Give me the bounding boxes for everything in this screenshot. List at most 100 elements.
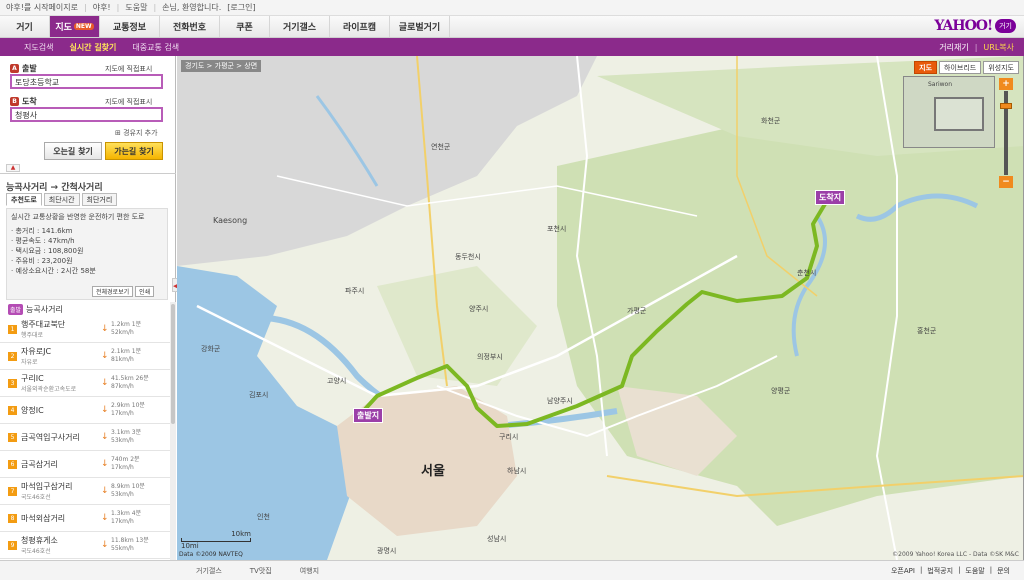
nav-tab-traffic[interactable]: 교통정보 bbox=[100, 16, 160, 37]
divider bbox=[0, 173, 176, 174]
step-road: 서울외곽순환고속도로 bbox=[21, 386, 77, 393]
start-label: A 출발 bbox=[10, 63, 37, 74]
route-step[interactable]: 7 마석입구삼거리 국도46호선 ↓ 8.9km 10분 53km/h bbox=[0, 478, 170, 505]
step-road: 행주대로 bbox=[21, 332, 44, 339]
yahoo-link[interactable]: 야후! bbox=[93, 2, 111, 13]
map-label: 구리시 bbox=[499, 433, 519, 441]
step-speed: 53km/h bbox=[111, 491, 134, 498]
subnav-map-search[interactable]: 지도검색 bbox=[24, 42, 53, 53]
step-road: 자유로 bbox=[21, 359, 38, 366]
subnav-realtime-route[interactable]: 실시간 길찾기 bbox=[69, 42, 116, 53]
minimap-viewport[interactable] bbox=[934, 97, 984, 131]
maptype-map-button[interactable]: 지도 bbox=[914, 61, 938, 74]
footer-link-contact[interactable]: 문의 bbox=[997, 566, 1010, 576]
tab-fastest[interactable]: 최단시간 bbox=[43, 193, 80, 206]
zoom-in-button[interactable]: + bbox=[999, 78, 1013, 90]
tab-shortest[interactable]: 최단거리 bbox=[81, 193, 118, 206]
route-step[interactable]: 6 금곡삼거리 ↓ 740m 2분 17km/h bbox=[0, 451, 170, 478]
steps-scrollbar[interactable] bbox=[170, 302, 176, 560]
tab-recommended[interactable]: 추천도로 bbox=[6, 193, 42, 206]
map-copyright-right: ©2009 Yahoo! Korea LLC - Data ©SK M&C bbox=[892, 551, 1019, 558]
end-marker[interactable]: 도착지 bbox=[815, 190, 846, 205]
return-route-button[interactable]: 오는길 찾기 bbox=[44, 142, 102, 160]
end-direct-link[interactable]: 지도에 직접표시 bbox=[105, 97, 152, 107]
start-direct-link[interactable]: 지도에 직접표시 bbox=[105, 64, 152, 74]
measure-distance-link[interactable]: 거리재기 bbox=[939, 42, 968, 53]
step-distance: 8.9km 10분 bbox=[111, 483, 145, 490]
yahoo-logo[interactable]: YAHOO! 거기 bbox=[934, 18, 1016, 34]
route-panel: A 출발 지도에 직접표시 토당초등학교 B 도착 지도에 직접표시 청평사 ⊞ 경… bbox=[0, 56, 176, 560]
nav-tab-coupon[interactable]: 쿠폰 bbox=[220, 16, 270, 37]
zoom-slider-knob[interactable] bbox=[1000, 103, 1012, 109]
find-route-button[interactable]: 가는길 찾기 bbox=[105, 142, 163, 160]
arrow-down-icon: ↓ bbox=[101, 324, 109, 334]
start-input[interactable]: 토당초등학교 bbox=[10, 74, 163, 89]
route-step[interactable]: 8 마석외삼거리 ↓ 1.3km 4분 17km/h bbox=[0, 505, 170, 532]
step-distance: 41.5km 26분 bbox=[111, 375, 149, 382]
step-number: 8 bbox=[8, 513, 17, 523]
step-speed: 17km/h bbox=[111, 410, 134, 417]
arrow-down-icon: ↓ bbox=[101, 486, 109, 496]
map-label: 춘천시 bbox=[797, 269, 817, 277]
end-pin-icon: B bbox=[10, 97, 19, 106]
scrollbar-thumb[interactable] bbox=[171, 304, 175, 424]
new-badge: NEW bbox=[73, 23, 94, 30]
step-speed: 17km/h bbox=[111, 464, 134, 471]
footer-link-gallery[interactable]: 거기갤스 bbox=[196, 566, 222, 576]
step-number: 6 bbox=[8, 459, 17, 469]
nav-tab-global[interactable]: 글로벌거기 bbox=[390, 16, 450, 37]
route-step[interactable]: 3 구리IC 서울외곽순환고속도로 ↓ 41.5km 26분 87km/h bbox=[0, 370, 170, 397]
maptype-hybrid-button[interactable]: 하이브리드 bbox=[939, 61, 982, 74]
nav-tab-gallery[interactable]: 거기갤스 bbox=[270, 16, 330, 37]
login-link[interactable]: [로그인] bbox=[227, 2, 255, 13]
nav-tab-geogi[interactable]: 거기 bbox=[0, 16, 50, 37]
end-input[interactable]: 청평사 bbox=[10, 107, 163, 122]
footer-link-travel[interactable]: 여행지 bbox=[300, 566, 319, 576]
step-name: 금곡삼거리 bbox=[21, 459, 58, 469]
copy-url-link[interactable]: URL복사 bbox=[983, 42, 1014, 53]
route-step[interactable]: 5 금곡역입구사거리 ↓ 3.1km 3분 53km/h bbox=[0, 424, 170, 451]
footer-link-api[interactable]: 오픈API bbox=[891, 566, 915, 576]
step-distance: 740m 2분 bbox=[111, 456, 140, 463]
zoom-slider-track[interactable] bbox=[1000, 91, 1012, 175]
step-distance: 11.8km 13분 bbox=[111, 537, 149, 544]
arrow-down-icon: ↓ bbox=[101, 513, 109, 523]
zoom-out-button[interactable]: − bbox=[999, 176, 1013, 188]
map-view[interactable]: 경기도 > 가평군 > 상면 지도 하이브리드 위성지도 Sariwon + −… bbox=[177, 56, 1024, 560]
map-copyright-left: Data ©2009 NAVTEQ bbox=[179, 551, 243, 558]
step-distance: 1.3km 4분 bbox=[111, 510, 142, 517]
map-scale: 10km 10mi bbox=[181, 530, 251, 550]
route-steps-list[interactable]: 출발 능곡사거리 1 행주대교북단 행주대로 ↓ 1.2km 1분 52km/h 2 자유로J… bbox=[0, 302, 170, 560]
step-name: 양정IC bbox=[21, 405, 44, 415]
route-step[interactable]: 2 자유로JC 자유로 ↓ 2.1km 1분 81km/h bbox=[0, 343, 170, 370]
map-breadcrumb[interactable]: 경기도 > 가평군 > 상면 bbox=[181, 60, 262, 72]
add-waypoint-link[interactable]: ⊞ 경유지 추가 bbox=[115, 128, 158, 138]
collapse-search-icon[interactable]: ▲ bbox=[6, 164, 20, 172]
route-option-tabs: 추천도로 최단시간 최단거리 bbox=[6, 193, 118, 206]
nav-tab-lifecam[interactable]: 라이프캠 bbox=[330, 16, 390, 37]
map-label: 성남시 bbox=[487, 535, 507, 543]
nav-tab-map[interactable]: 지도 NEW bbox=[50, 16, 100, 37]
route-step[interactable]: 4 양정IC ↓ 2.9km 10분 17km/h bbox=[0, 397, 170, 424]
nav-tab-map-label: 지도 bbox=[55, 23, 72, 33]
help-link[interactable]: 도움말 bbox=[125, 2, 147, 13]
footer-link-tv[interactable]: TV맛집 bbox=[250, 566, 272, 576]
step-number: 7 bbox=[8, 486, 17, 496]
overview-minimap[interactable]: Sariwon bbox=[903, 76, 995, 148]
print-button[interactable]: 인쇄 bbox=[135, 286, 155, 297]
footer-link-help[interactable]: 도움말 bbox=[965, 566, 984, 576]
route-step[interactable]: 1 행주대교북단 행주대로 ↓ 1.2km 1분 52km/h bbox=[0, 316, 170, 343]
route-description: 실시간 교통상황을 반영한 운전하기 편한 도로 bbox=[11, 213, 145, 221]
set-homepage-link[interactable]: 야후!를 시작페이지로 bbox=[6, 2, 78, 13]
arrow-down-icon: ↓ bbox=[101, 540, 109, 550]
step-number: 3 bbox=[8, 378, 17, 388]
route-step[interactable]: 9 청평휴게소 국도46호선 ↓ 11.8km 13분 55km/h bbox=[0, 532, 170, 559]
map-label: 양주시 bbox=[469, 305, 489, 313]
footer-link-legal[interactable]: 법적공지 bbox=[927, 566, 953, 576]
view-full-route-button[interactable]: 전체경로보기 bbox=[92, 286, 134, 297]
step-speed: 17km/h bbox=[111, 518, 134, 525]
maptype-satellite-button[interactable]: 위성지도 bbox=[983, 61, 1019, 74]
nav-tab-phone[interactable]: 전화번호 bbox=[160, 16, 220, 37]
start-marker[interactable]: 출발지 bbox=[353, 408, 384, 423]
subnav-transit-search[interactable]: 대중교통 검색 bbox=[132, 42, 179, 53]
